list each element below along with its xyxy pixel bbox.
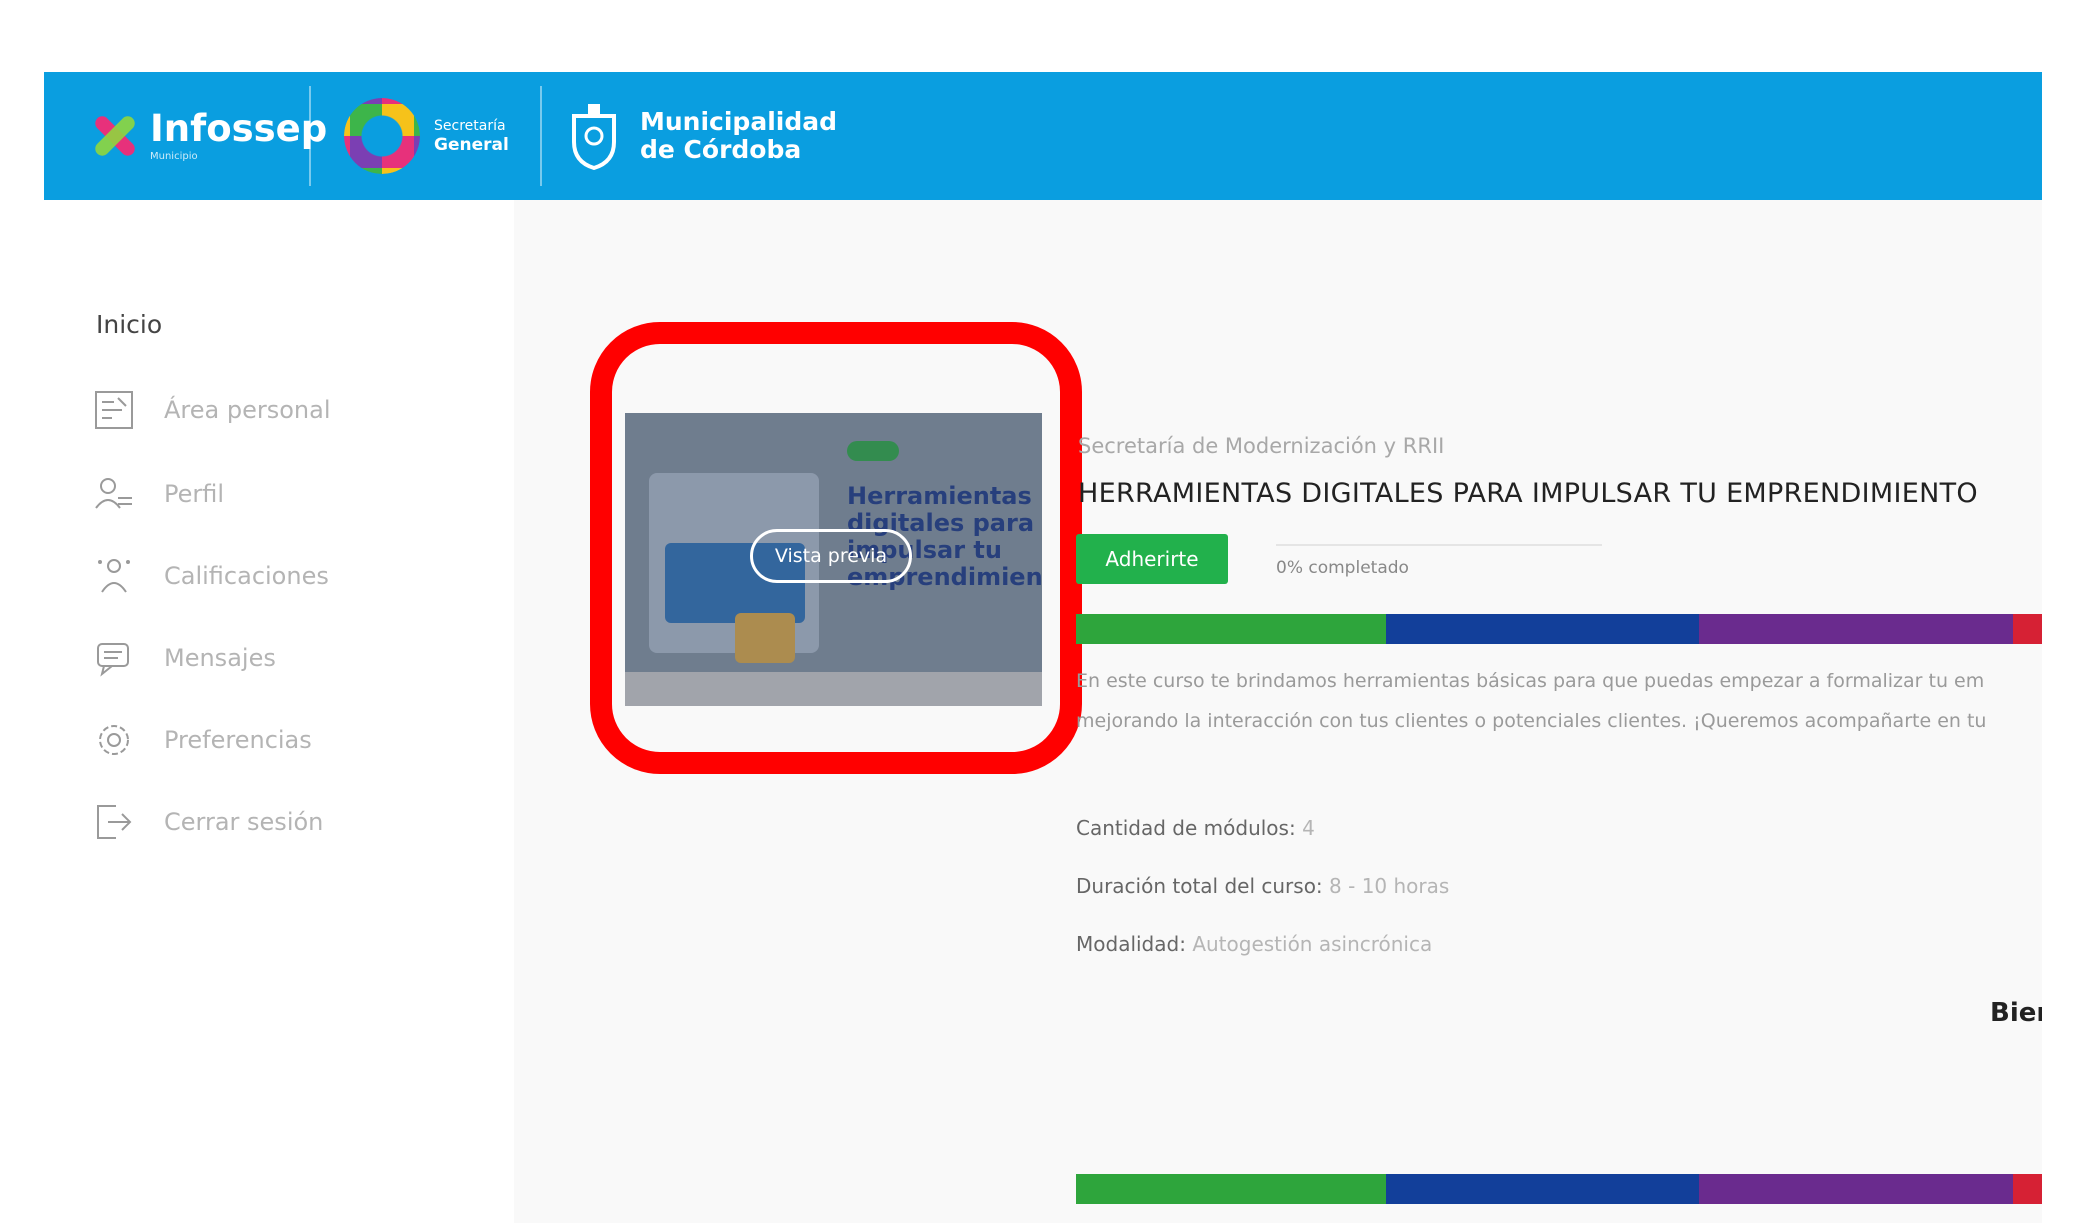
sidebar-item-profile[interactable]: Perfil [92,472,224,516]
sidebar-item-label: Cerrar sesión [164,808,324,836]
infossep-x-icon [90,111,140,161]
detail-label: Cantidad de módulos: [1076,816,1296,840]
course-description-line1: En este curso te brindamos herramientas … [1076,670,1985,692]
municipalidad-line2: de Córdoba [640,135,802,164]
personal-area-icon [95,391,133,429]
sidebar-item-label: Perfil [164,480,225,508]
course-description-line2: mejorando la interacción con tus cliente… [1076,710,1987,732]
detail-duration: Duración total del curso: 8 - 10 horas [1076,874,1449,898]
profile-icon [95,478,132,509]
infossep-subtitle: Municipio [150,151,198,162]
enroll-button[interactable]: Adherirte [1076,534,1228,584]
municipalidad-logo: Municipalidad de Córdoba [568,72,837,200]
sidebar-item-label: Calificaciones [164,562,329,590]
detail-modality: Modalidad: Autogestión asincrónica [1076,932,1432,956]
top-header-bar: Infossep Municipio Secretaría General Mu… [44,72,2042,200]
highlight-annotation [590,322,1082,774]
shield-icon [572,104,616,170]
course-title: HERRAMIENTAS DIGITALES PARA IMPULSAR TU … [1078,478,1978,509]
sidebar-item-label: Mensajes [164,644,276,672]
page-right-margin [2042,0,2076,1223]
sidebar-item-messages[interactable]: Mensajes [92,636,276,680]
detail-modules: Cantidad de módulos: 4 [1076,816,1315,840]
color-stripe-bottom [1076,1174,2042,1204]
progress-track [1276,544,1602,546]
preferences-icon [99,725,129,755]
sidebar-item-label: Preferencias [164,726,312,754]
course-organization: Secretaría de Modernización y RRII [1078,434,1445,458]
infossep-name: Infossep [150,107,328,150]
progress-text: 0% completado [1276,558,1409,578]
detail-label: Duración total del curso: [1076,874,1323,898]
sidebar-item-personal-area[interactable]: Área personal [92,388,331,432]
header-divider [309,86,311,186]
sidebar [44,200,514,1223]
detail-value: 8 - 10 horas [1329,874,1450,898]
detail-value: Autogestión asincrónica [1192,932,1433,956]
detail-label: Modalidad: [1076,932,1186,956]
infossep-logo[interactable]: Infossep Municipio [90,72,327,200]
secretaria-ring-icon [344,98,420,174]
secretaria-line2: General [434,135,509,155]
detail-value: 4 [1302,816,1315,840]
secretaria-line1: Secretaría [434,118,506,134]
logout-icon [97,805,132,839]
color-stripe-top [1076,614,2042,644]
secretaria-general-logo: Secretaría General [344,72,509,200]
sidebar-home-link[interactable]: Inicio [96,310,162,339]
header-divider [540,86,542,186]
sidebar-item-grades[interactable]: Calificaciones [92,554,329,598]
grades-icon [98,559,130,593]
municipalidad-line1: Municipalidad [640,107,837,136]
sidebar-item-logout[interactable]: Cerrar sesión [92,800,323,844]
sidebar-item-preferences[interactable]: Preferencias [92,718,312,762]
messages-icon [97,643,129,677]
sidebar-item-label: Área personal [164,396,331,424]
